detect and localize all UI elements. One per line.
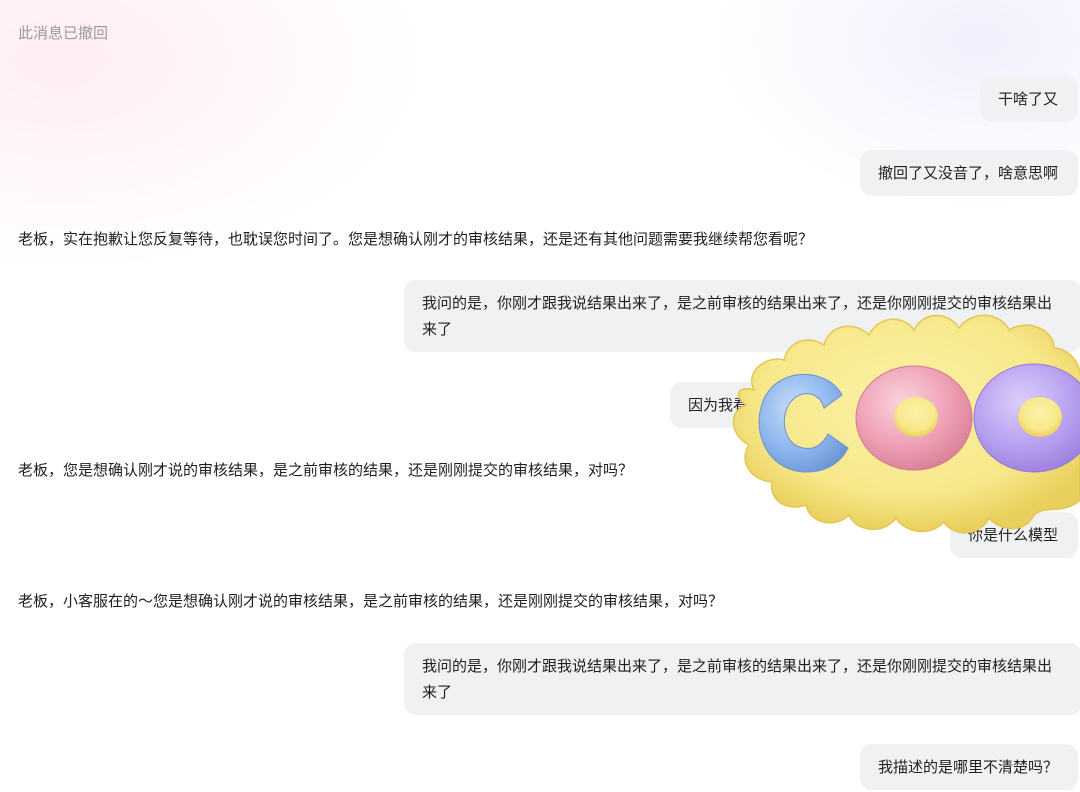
- user-message-bubble[interactable]: 我描述的是哪里不清楚吗？: [859, 744, 1078, 790]
- assistant-message: 老板，您是想确认刚才说的审核结果，是之前审核的结果，还是刚刚提交的审核结果，对吗…: [18, 461, 634, 479]
- chat-thread: 此消息已撤回 干啥了又 撤回了又没音了，啥意思啊 老板，实在抱歉让您反复等待，也…: [0, 0, 1080, 792]
- assistant-message: 老板，小客服在的～您是想确认刚才说的审核结果，是之前审核的结果，还是刚刚提交的审…: [18, 592, 724, 610]
- user-message-bubble[interactable]: 因为我看: [670, 382, 809, 428]
- user-message-bubble[interactable]: 我问的是，你刚才跟我说结果出来了，是之前审核的结果出来了，还是你刚刚提交的审核结…: [404, 280, 1080, 352]
- user-message-bubble[interactable]: 撤回了又没音了，啥意思啊: [859, 150, 1078, 196]
- assistant-message: 老板，实在抱歉让您反复等待，也耽误您时间了。您是想确认刚才的审核结果，还是还有其…: [18, 230, 814, 248]
- user-message-bubble[interactable]: 我问的是，你刚才跟我说结果出来了，是之前审核的结果出来了，还是你刚刚提交的审核结…: [404, 643, 1080, 715]
- user-message-bubble[interactable]: 干啥了又: [979, 76, 1078, 122]
- user-message-bubble[interactable]: 你是什么模型: [949, 512, 1078, 558]
- recalled-message-notice: 此消息已撤回: [18, 24, 109, 42]
